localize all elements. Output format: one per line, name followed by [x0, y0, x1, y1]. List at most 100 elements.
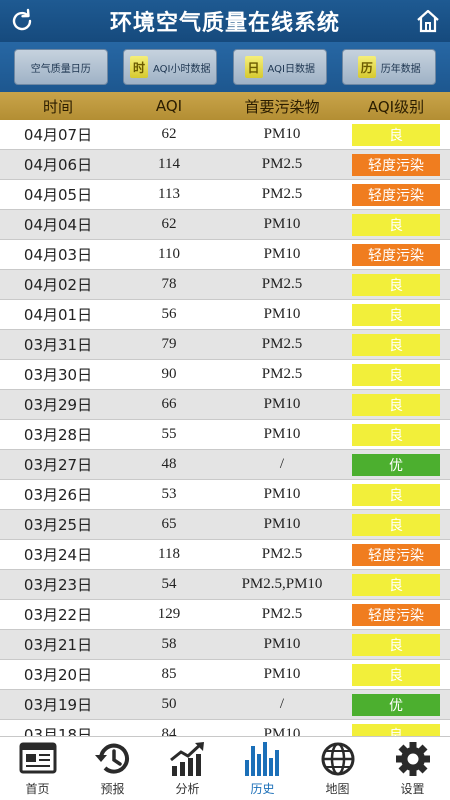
- cell-level: 良: [342, 333, 450, 356]
- cell-date: 04月07日: [23, 126, 93, 144]
- table-row[interactable]: 03月31日 79 PM2.5 良: [0, 330, 450, 360]
- cell-aqi: 55: [161, 426, 177, 442]
- cell-pollutant: PM2.5: [261, 186, 303, 202]
- refresh-icon[interactable]: [8, 7, 36, 35]
- header-aqi: AQI: [155, 97, 183, 115]
- tab-label: AQI小时数据: [153, 63, 211, 75]
- level-badge: 轻度污染: [352, 183, 440, 206]
- cell-level: 良: [342, 123, 450, 146]
- cell-pollutant: PM10: [263, 666, 301, 682]
- cell-level: 良: [342, 303, 450, 326]
- table-row[interactable]: 03月26日 53 PM10 良: [0, 480, 450, 510]
- table-row[interactable]: 04月07日 62 PM10 良: [0, 120, 450, 150]
- level-badge: 良: [352, 213, 440, 236]
- tab-label: 空气质量日历: [30, 63, 91, 75]
- table-row[interactable]: 03月21日 58 PM10 良: [0, 630, 450, 660]
- table-row[interactable]: 03月28日 55 PM10 良: [0, 420, 450, 450]
- cell-level: 良: [342, 273, 450, 296]
- cell-date: 03月27日: [23, 456, 93, 474]
- cell-pollutant: PM10: [263, 636, 301, 652]
- tab-yearly-data[interactable]: 历 历年数据: [342, 49, 437, 85]
- bar-history-icon: [244, 742, 279, 776]
- cell-date: 04月02日: [23, 276, 93, 294]
- cell-pollutant: /: [279, 696, 285, 712]
- cell-pollutant: PM10: [263, 216, 301, 232]
- level-badge: 良: [352, 303, 440, 326]
- level-badge: 良: [352, 723, 440, 736]
- nav-forecast[interactable]: 预报: [75, 737, 150, 800]
- cell-level: 良: [342, 393, 450, 416]
- cell-date: 04月01日: [23, 306, 93, 324]
- cell-level: 轻度污染: [342, 183, 450, 206]
- table-row[interactable]: 03月30日 90 PM2.5 良: [0, 360, 450, 390]
- cell-aqi: 53: [161, 486, 177, 502]
- cell-date: 03月28日: [23, 426, 93, 444]
- table-row[interactable]: 03月27日 48 / 优: [0, 450, 450, 480]
- cell-date: 03月18日: [23, 726, 93, 736]
- cell-level: 轻度污染: [342, 603, 450, 626]
- cell-aqi: 79: [161, 336, 177, 352]
- table-row[interactable]: 04月03日 110 PM10 轻度污染: [0, 240, 450, 270]
- table-row[interactable]: 03月23日 54 PM2.5,PM10 良: [0, 570, 450, 600]
- cell-aqi: 90: [161, 366, 177, 382]
- cell-date: 03月23日: [23, 576, 93, 594]
- table-row[interactable]: 04月04日 62 PM10 良: [0, 210, 450, 240]
- level-badge: 良: [352, 273, 440, 296]
- table-row[interactable]: 03月29日 66 PM10 良: [0, 390, 450, 420]
- cell-aqi: 54: [161, 576, 177, 592]
- app-header: 环境空气质量在线系统: [0, 0, 450, 42]
- cell-pollutant: PM10: [263, 246, 301, 262]
- table-row[interactable]: 03月18日 84 PM10 良: [0, 720, 450, 736]
- tab-air-quality-calendar[interactable]: 空气质量日历: [13, 49, 108, 85]
- level-badge: 轻度污染: [352, 543, 440, 566]
- cell-level: 良: [342, 513, 450, 536]
- history-clock-icon: [94, 743, 129, 774]
- tab-aqi-hourly[interactable]: 时 AQI小时数据: [123, 49, 218, 85]
- table-row[interactable]: 04月06日 114 PM2.5 轻度污染: [0, 150, 450, 180]
- cell-date: 03月26日: [23, 486, 93, 504]
- table-row[interactable]: 03月22日 129 PM2.5 轻度污染: [0, 600, 450, 630]
- cell-level: 良: [342, 213, 450, 236]
- cell-aqi: 66: [161, 396, 177, 412]
- cell-pollutant: PM2.5: [261, 546, 303, 562]
- cell-pollutant: PM2.5: [261, 366, 303, 382]
- nav-analysis[interactable]: 分析: [150, 737, 225, 800]
- nav-history[interactable]: 历史: [225, 737, 300, 800]
- home-icon[interactable]: [414, 7, 442, 35]
- table-row[interactable]: 04月05日 113 PM2.5 轻度污染: [0, 180, 450, 210]
- header-date: 时间: [42, 97, 73, 116]
- cell-aqi: 62: [161, 126, 177, 142]
- level-badge: 轻度污染: [352, 603, 440, 626]
- nav-label: 历史: [250, 782, 275, 796]
- level-badge: 良: [352, 393, 440, 416]
- cell-aqi: 48: [161, 456, 177, 472]
- cell-aqi: 129: [157, 606, 181, 622]
- table-row[interactable]: 04月01日 56 PM10 良: [0, 300, 450, 330]
- aqi-table[interactable]: 04月07日 62 PM10 良 04月06日 114 PM2.5 轻度污染 04月05日 113…: [0, 120, 450, 736]
- day-badge-icon: 日: [244, 56, 263, 78]
- nav-label: 设置: [400, 782, 425, 796]
- cell-pollutant: PM2.5: [261, 336, 303, 352]
- table-row[interactable]: 03月25日 65 PM10 良: [0, 510, 450, 540]
- nav-map[interactable]: 地图: [300, 737, 375, 800]
- nav-home[interactable]: 首页: [0, 737, 75, 800]
- tab-aqi-daily[interactable]: 日 AQI日数据: [232, 49, 327, 85]
- globe-icon: [321, 742, 354, 776]
- cell-date: 04月05日: [23, 186, 93, 204]
- table-row[interactable]: 04月02日 78 PM2.5 良: [0, 270, 450, 300]
- cell-aqi: 58: [161, 636, 177, 652]
- nav-label: 预报: [100, 782, 125, 796]
- cell-pollutant: PM10: [263, 486, 301, 502]
- table-row[interactable]: 03月24日 118 PM2.5 轻度污染: [0, 540, 450, 570]
- level-badge: 良: [352, 423, 440, 446]
- table-row[interactable]: 03月19日 50 / 优: [0, 690, 450, 720]
- nav-settings[interactable]: 设置: [375, 737, 450, 800]
- level-badge: 轻度污染: [352, 153, 440, 176]
- table-row[interactable]: 03月20日 85 PM10 良: [0, 660, 450, 690]
- app-title: 环境空气质量在线系统: [109, 11, 340, 36]
- cell-pollutant: PM10: [263, 426, 301, 442]
- table-header: 时间 AQI 首要污染物 AQI级别: [0, 92, 450, 120]
- cell-aqi: 110: [158, 246, 180, 262]
- cell-level: 良: [342, 573, 450, 596]
- cell-date: 03月29日: [23, 396, 93, 414]
